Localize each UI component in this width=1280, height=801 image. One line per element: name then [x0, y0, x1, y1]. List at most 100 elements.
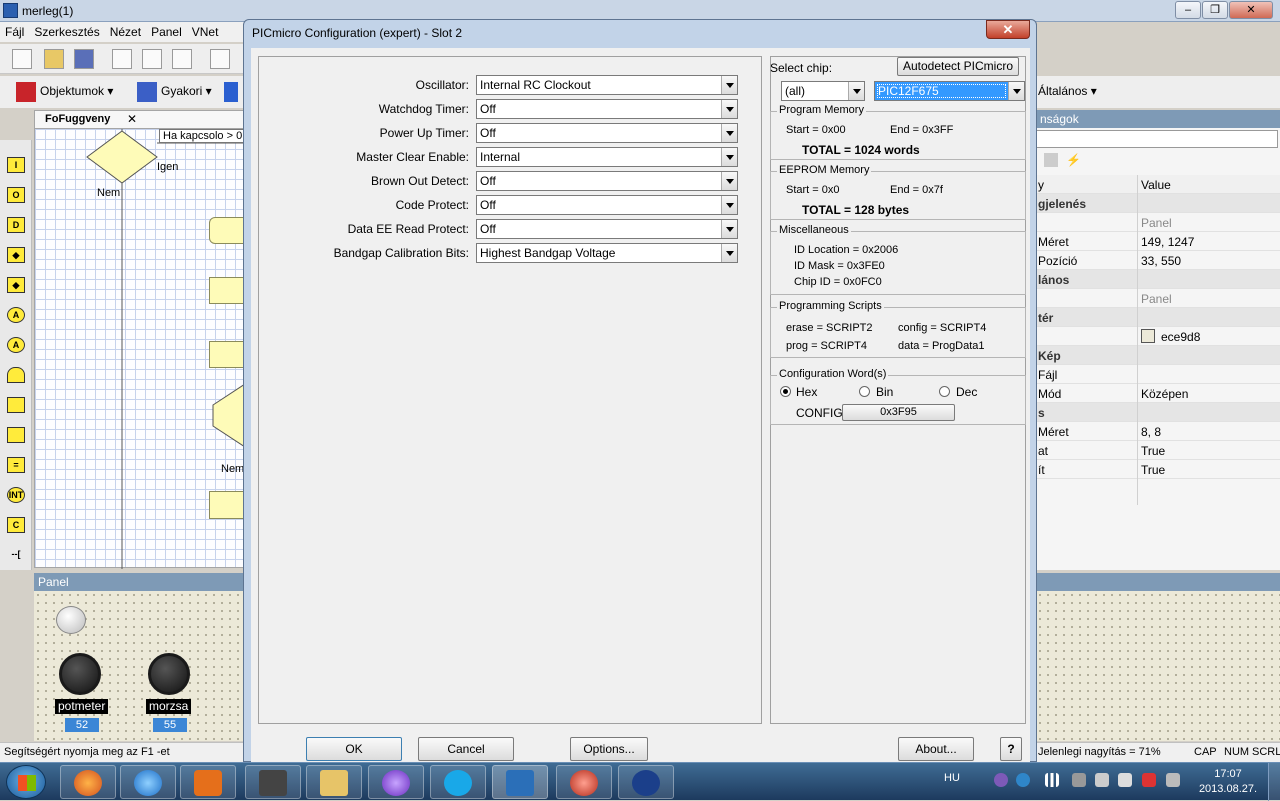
watchdog-select[interactable]: Off: [476, 99, 738, 119]
property-row[interactable]: Panel: [1036, 213, 1280, 232]
general-dropdown[interactable]: Általános ▾: [1038, 84, 1097, 98]
property-row[interactable]: Mód Középen: [1036, 384, 1280, 403]
sort-icon[interactable]: [1044, 153, 1058, 167]
menu-edit[interactable]: Szerkesztés: [29, 22, 104, 42]
property-row[interactable]: s: [1036, 403, 1280, 422]
chip-select[interactable]: PIC12F675: [874, 81, 1025, 101]
tray-app-icon[interactable]: [1142, 773, 1156, 787]
new-file-icon[interactable]: [12, 49, 32, 69]
start-button[interactable]: [6, 765, 46, 799]
data-ee-protect-select[interactable]: Off: [476, 219, 738, 239]
taskbar-firefox[interactable]: [60, 765, 116, 799]
config-word-value[interactable]: 0x3F95: [842, 404, 955, 421]
bin-radio[interactable]: [859, 386, 870, 397]
property-row[interactable]: lános: [1036, 270, 1280, 289]
skype-tray-icon[interactable]: [1016, 773, 1030, 787]
paste-icon[interactable]: [172, 49, 192, 69]
brown-out-select[interactable]: Off: [476, 171, 738, 191]
decision-shape[interactable]: [86, 130, 158, 184]
switch-icon[interactable]: ◆: [7, 277, 25, 293]
menu-file[interactable]: Fájl: [0, 22, 29, 42]
lightning-icon[interactable]: ⚡: [1066, 153, 1081, 167]
save-icon[interactable]: [74, 49, 94, 69]
minimize-button[interactable]: –: [1175, 1, 1201, 19]
undo-icon[interactable]: [210, 49, 230, 69]
macro-block[interactable]: [209, 277, 245, 304]
taskbar-ppp[interactable]: [618, 765, 674, 799]
calculation-icon[interactable]: =: [7, 457, 25, 473]
close-tab-icon[interactable]: ✕: [127, 112, 137, 126]
decision-icon[interactable]: ◆: [7, 247, 25, 263]
master-clear-select[interactable]: Internal: [476, 147, 738, 167]
decision-shape-2[interactable]: [212, 383, 245, 448]
morzsa-knob[interactable]: [148, 653, 190, 695]
potmeter-knob[interactable]: [59, 653, 101, 695]
component-macro-icon[interactable]: [7, 427, 25, 443]
taskbar-explorer[interactable]: [306, 765, 362, 799]
input-block[interactable]: [209, 217, 245, 244]
options-button[interactable]: Options...: [570, 737, 648, 761]
menu-vnet[interactable]: VNet: [187, 22, 224, 42]
usb-icon[interactable]: [1118, 773, 1132, 787]
taskbar-torrent[interactable]: [368, 765, 424, 799]
input-icon[interactable]: I: [7, 157, 25, 173]
hex-radio[interactable]: [780, 386, 791, 397]
property-row[interactable]: Méret 149, 1247: [1036, 232, 1280, 251]
frequent-dropdown[interactable]: Gyakori ▾: [137, 82, 212, 102]
output-icon[interactable]: O: [7, 187, 25, 203]
taskbar-pic-app[interactable]: [556, 765, 612, 799]
push-button-widget[interactable]: [56, 606, 86, 634]
dialog-close-button[interactable]: ✕: [986, 20, 1030, 39]
delay-icon[interactable]: D: [7, 217, 25, 233]
cut-icon[interactable]: [112, 49, 132, 69]
loop-icon[interactable]: [7, 367, 25, 383]
objects-dropdown[interactable]: Objektumok ▾: [16, 82, 113, 102]
system-clock[interactable]: 17:07 2013.08.27.: [1198, 767, 1258, 797]
app-close-button[interactable]: ✕: [1229, 1, 1273, 19]
macro-block-2[interactable]: [209, 341, 245, 368]
code-icon[interactable]: C: [7, 517, 25, 533]
property-row[interactable]: Kép: [1036, 346, 1280, 365]
oscillator-select[interactable]: Internal RC Clockout: [476, 75, 738, 95]
interrupt-icon[interactable]: INT: [7, 487, 25, 503]
torrent-tray-icon[interactable]: [994, 773, 1008, 787]
battery-icon[interactable]: [1072, 773, 1086, 787]
about-button[interactable]: About...: [898, 737, 974, 761]
power-up-timer-select[interactable]: Off: [476, 123, 738, 143]
code-protect-select[interactable]: Off: [476, 195, 738, 215]
property-row[interactable]: Pozíció 33, 550: [1036, 251, 1280, 270]
property-row[interactable]: tér: [1036, 308, 1280, 327]
taskbar-flowcode[interactable]: [492, 765, 548, 799]
copy-icon[interactable]: [142, 49, 162, 69]
taskbar-ie[interactable]: [120, 765, 176, 799]
property-row[interactable]: ít True: [1036, 460, 1280, 479]
ok-button[interactable]: OK: [306, 737, 402, 761]
taskbar-clapper[interactable]: [245, 765, 301, 799]
arrow-icon[interactable]: [224, 82, 238, 102]
menu-panel[interactable]: Panel: [146, 22, 187, 42]
property-row[interactable]: Fájl: [1036, 365, 1280, 384]
open-folder-icon[interactable]: [44, 49, 64, 69]
property-row[interactable]: at True: [1036, 441, 1280, 460]
properties-object-select[interactable]: [1036, 130, 1278, 148]
macro-icon[interactable]: [7, 397, 25, 413]
calc-block[interactable]: [209, 491, 245, 519]
help-button[interactable]: ?: [1000, 737, 1022, 761]
flowchart-canvas[interactable]: Ha kapcsolo > 0 Igen Nem Nem: [34, 128, 245, 569]
flowchart-tab[interactable]: FoFuggveny ✕: [34, 110, 244, 128]
restore-button[interactable]: ❐: [1202, 1, 1228, 19]
action-center-icon[interactable]: [1095, 773, 1109, 787]
network-signal-icon[interactable]: [1045, 773, 1059, 787]
property-row[interactable]: Méret 8, 8: [1036, 422, 1280, 441]
chip-filter-select[interactable]: (all): [781, 81, 865, 101]
taskbar-media[interactable]: [180, 765, 236, 799]
property-row[interactable]: Panel: [1036, 289, 1280, 308]
language-indicator[interactable]: HU: [944, 772, 960, 784]
bandgap-select[interactable]: Highest Bandgap Voltage: [476, 243, 738, 263]
autodetect-button[interactable]: Autodetect PICmicro: [897, 57, 1019, 76]
analog-icon[interactable]: A: [7, 307, 25, 323]
component-icon[interactable]: A: [7, 337, 25, 353]
comment-icon[interactable]: --[: [7, 547, 25, 563]
show-desktop-button[interactable]: [1268, 763, 1280, 801]
dec-radio[interactable]: [939, 386, 950, 397]
